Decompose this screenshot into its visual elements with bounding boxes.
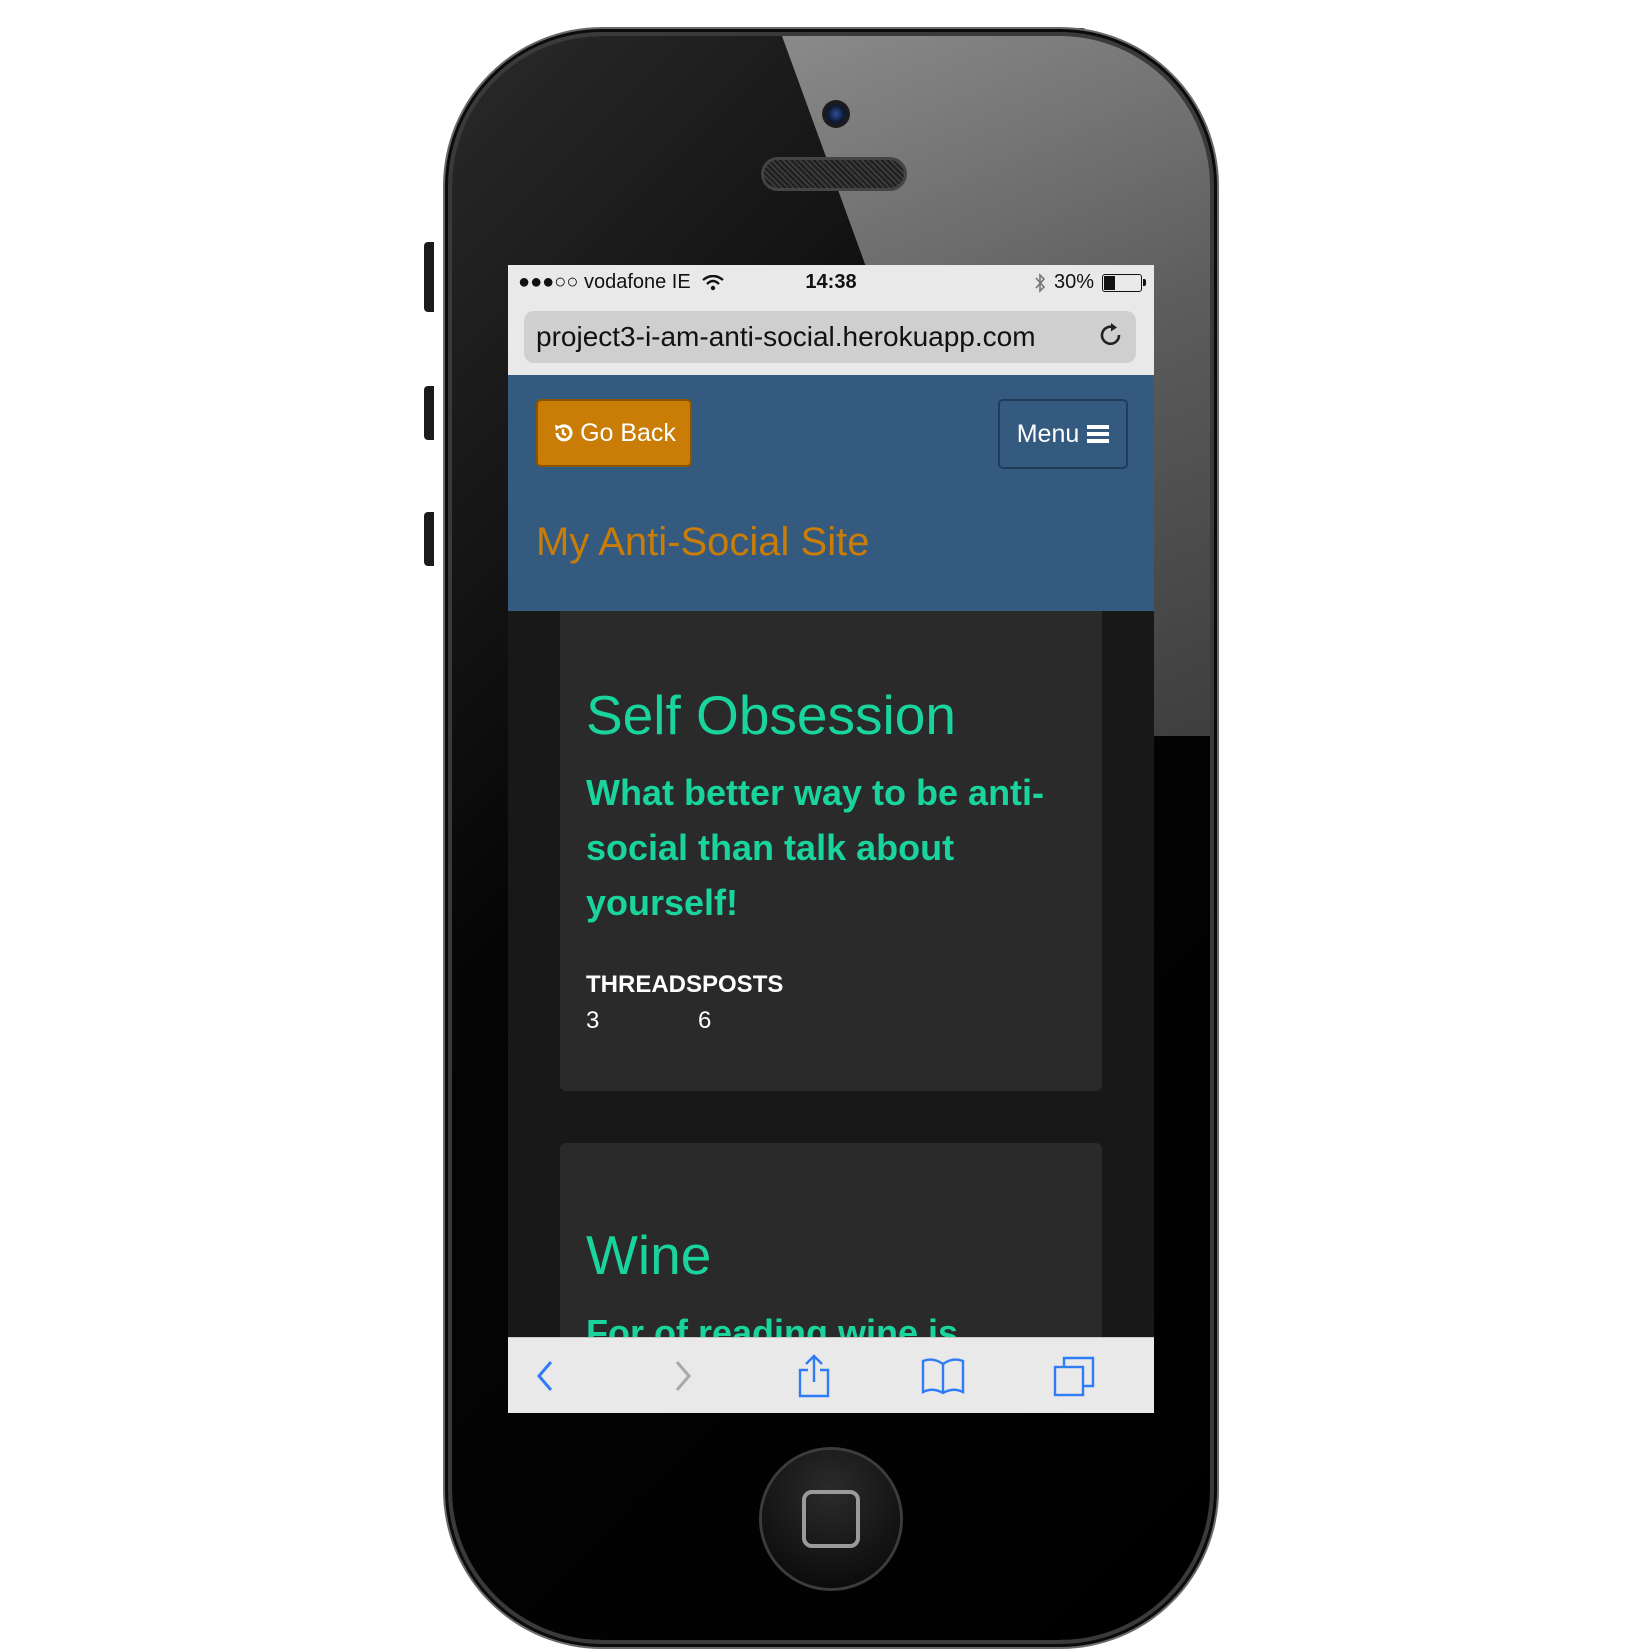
earpiece-speaker xyxy=(764,160,904,188)
tabs-icon xyxy=(1053,1356,1095,1397)
browser-address-area: project3-i-am-anti-social.herokuapp.com xyxy=(508,303,1154,375)
address-bar[interactable]: project3-i-am-anti-social.herokuapp.com xyxy=(524,311,1136,363)
site-navbar: Go Back Menu My Anti-Social Site xyxy=(508,375,1154,611)
forum-title[interactable]: Wine xyxy=(586,1223,711,1287)
forum-card[interactable]: Self Obsession What better way to be ant… xyxy=(560,611,1102,1091)
thread-count: 3 xyxy=(586,1007,600,1034)
back-nav-button[interactable] xyxy=(530,1338,560,1413)
volume-down-button xyxy=(424,512,434,566)
front-camera xyxy=(822,100,850,128)
forum-description: What better way to be anti-social than t… xyxy=(586,772,1045,923)
site-title[interactable]: My Anti-Social Site xyxy=(536,520,869,565)
mute-switch xyxy=(424,242,434,312)
battery-fill xyxy=(1104,275,1116,290)
chevron-right-icon xyxy=(675,1361,691,1391)
phone-screen: ●●●○○ vodafone IE 14:38 30% project3-i-a… xyxy=(508,265,1154,1413)
home-button[interactable] xyxy=(762,1450,900,1588)
bluetooth-icon xyxy=(1035,272,1046,293)
post-count: 6 xyxy=(698,1007,712,1034)
share-button[interactable] xyxy=(792,1338,836,1413)
battery-percent: 30% xyxy=(1053,271,1094,293)
status-right: 30% xyxy=(1034,271,1146,294)
url-text: project3-i-am-anti-social.herokuapp.com xyxy=(536,321,1036,352)
forum-title[interactable]: Self Obsession xyxy=(586,683,956,747)
volume-up-button xyxy=(424,386,434,440)
forum-stats-header: THREADSPOSTS xyxy=(586,971,784,998)
hamburger-icon xyxy=(1087,425,1110,443)
menu-label: Menu xyxy=(1016,419,1080,448)
battery-icon xyxy=(1102,273,1146,292)
status-bar: ●●●○○ vodafone IE 14:38 30% xyxy=(508,265,1154,303)
share-icon xyxy=(798,1354,830,1398)
history-icon xyxy=(555,424,573,442)
reload-icon[interactable] xyxy=(1098,321,1124,349)
menu-button[interactable]: Menu xyxy=(998,399,1128,469)
home-square-icon xyxy=(802,1490,860,1548)
bookmarks-button[interactable] xyxy=(918,1338,968,1413)
forward-nav-button[interactable] xyxy=(668,1338,698,1413)
tabs-button[interactable] xyxy=(1050,1338,1098,1413)
go-back-button[interactable]: Go Back xyxy=(536,399,692,467)
chevron-left-icon xyxy=(537,1361,553,1391)
book-icon xyxy=(921,1358,965,1395)
go-back-label: Go Back xyxy=(580,418,676,447)
browser-toolbar xyxy=(508,1337,1154,1413)
